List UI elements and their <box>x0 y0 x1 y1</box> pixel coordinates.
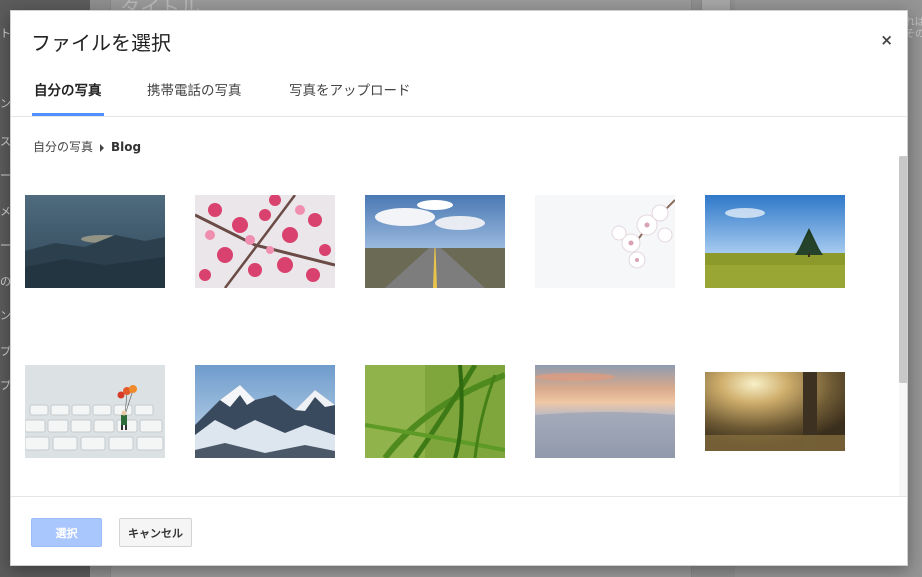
tab-phone-photos[interactable]: 携帯電話の写真 <box>145 69 244 115</box>
keyboard-figure-balloons-image <box>25 365 165 458</box>
tab-upload-photos[interactable]: 写真をアップロード <box>287 69 413 115</box>
breadcrumb-root[interactable]: 自分の写真 <box>33 140 93 154</box>
photo-thumbnail-green-grass[interactable] <box>365 365 505 458</box>
photo-thumbnail-white-cherry-blossom[interactable] <box>535 195 675 288</box>
photo-thumbnail-misty-mountains[interactable] <box>25 195 165 288</box>
green-grass-image <box>365 365 505 458</box>
misty-mountains-image <box>25 195 165 288</box>
sunset-clouds-image <box>535 365 675 458</box>
breadcrumb: 自分の写真 Blog <box>33 138 141 155</box>
snowy-mountains-image <box>195 365 335 458</box>
dialog-title: ファイルを選択 <box>31 31 171 55</box>
photo-thumbnail-green-field-tree[interactable] <box>705 195 845 288</box>
white-cherry-blossom-image <box>535 195 675 288</box>
dialog-footer: 選択 キャンセル <box>11 496 907 565</box>
breadcrumb-current: Blog <box>111 140 142 154</box>
close-icon[interactable]: × <box>880 31 893 49</box>
scrollbar-thumb[interactable] <box>899 156 907 383</box>
cancel-button[interactable]: キャンセル <box>119 518 192 547</box>
breadcrumb-arrow-icon <box>100 143 105 152</box>
photo-thumbnail-sunset-clouds[interactable] <box>535 365 675 458</box>
select-button[interactable]: 選択 <box>31 518 102 547</box>
photo-thumbnail-sunlit-forest[interactable] <box>705 365 845 458</box>
green-field-tree-image <box>705 195 845 288</box>
tab-bar: 自分の写真 携帯電話の写真 写真をアップロード <box>11 69 907 117</box>
file-picker-dialog: ファイルを選択 × 自分の写真 携帯電話の写真 写真をアップロード 自分の写真 B… <box>10 10 908 566</box>
photo-thumbnail-pink-blossoms[interactable] <box>195 195 335 288</box>
photo-thumbnail-open-road[interactable] <box>365 195 505 288</box>
pink-blossoms-image <box>195 195 335 288</box>
photo-thumbnail-snowy-mountains[interactable] <box>195 365 335 458</box>
open-road-image <box>365 195 505 288</box>
sunlit-forest-image <box>705 365 845 458</box>
tab-my-photos[interactable]: 自分の写真 <box>32 69 104 116</box>
photo-thumbnail-keyboard-figure-balloons[interactable] <box>25 365 165 458</box>
